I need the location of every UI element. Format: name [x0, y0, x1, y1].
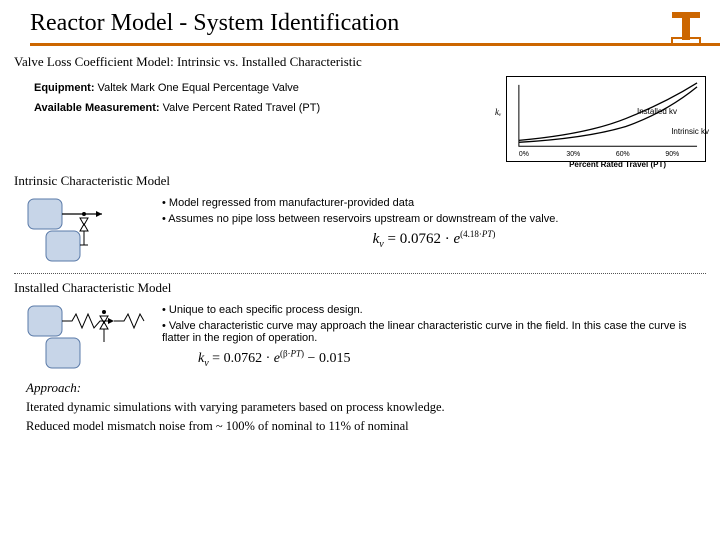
installed-diagram [26, 302, 146, 374]
intrinsic-bullet-1: • Model regressed from manufacturer-prov… [162, 197, 706, 209]
measurement-value: Valve Percent Rated Travel (PT) [160, 102, 321, 114]
page-title: Reactor Model - System Identification [30, 10, 720, 37]
svg-text:0%: 0% [519, 151, 529, 158]
svg-text:90%: 90% [665, 151, 679, 158]
approach-line: Iterated dynamic simulations with varyin… [26, 400, 706, 415]
chart-ylabel: kᵥ [495, 107, 502, 117]
result-line: Reduced model mismatch noise from ~ 100%… [26, 419, 706, 434]
installed-bullet-2: • Valve characteristic curve may approac… [162, 320, 706, 344]
chart-label-installed: Installed kv [637, 107, 677, 116]
subhead: Valve Loss Coefficient Model: Intrinsic … [14, 54, 706, 70]
intrinsic-bullet-2: • Assumes no pipe loss between reservoir… [162, 213, 706, 225]
divider [14, 273, 706, 274]
svg-text:30%: 30% [566, 151, 580, 158]
equipment-line: Equipment: Valtek Mark One Equal Percent… [34, 82, 496, 94]
installed-bullet-1: • Unique to each specific process design… [162, 304, 706, 316]
installed-equation: kv = 0.0762 · e(β·PT) − 0.015 [198, 351, 350, 366]
measurement-label: Available Measurement: [34, 102, 160, 114]
intrinsic-diagram [26, 195, 146, 267]
svg-text:60%: 60% [616, 151, 630, 158]
intrinsic-heading: Intrinsic Characteristic Model [14, 173, 706, 189]
approach-label: Approach: [26, 380, 706, 396]
title-underline [30, 43, 720, 46]
chart-label-intrinsic: Intrinsic kv [671, 127, 709, 136]
equipment-value: Valtek Mark One Equal Percentage Valve [95, 82, 299, 94]
measurement-line: Available Measurement: Valve Percent Rat… [34, 102, 496, 114]
intrinsic-equation: kv = 0.0762 · e(4.18·PT) [162, 229, 706, 250]
equipment-label: Equipment: [34, 82, 95, 94]
kv-chart: 0% 30% 60% 90% kᵥ Installed kv Intrinsic… [506, 76, 706, 162]
installed-heading: Installed Characteristic Model [14, 280, 706, 296]
ut-logo [666, 8, 706, 48]
